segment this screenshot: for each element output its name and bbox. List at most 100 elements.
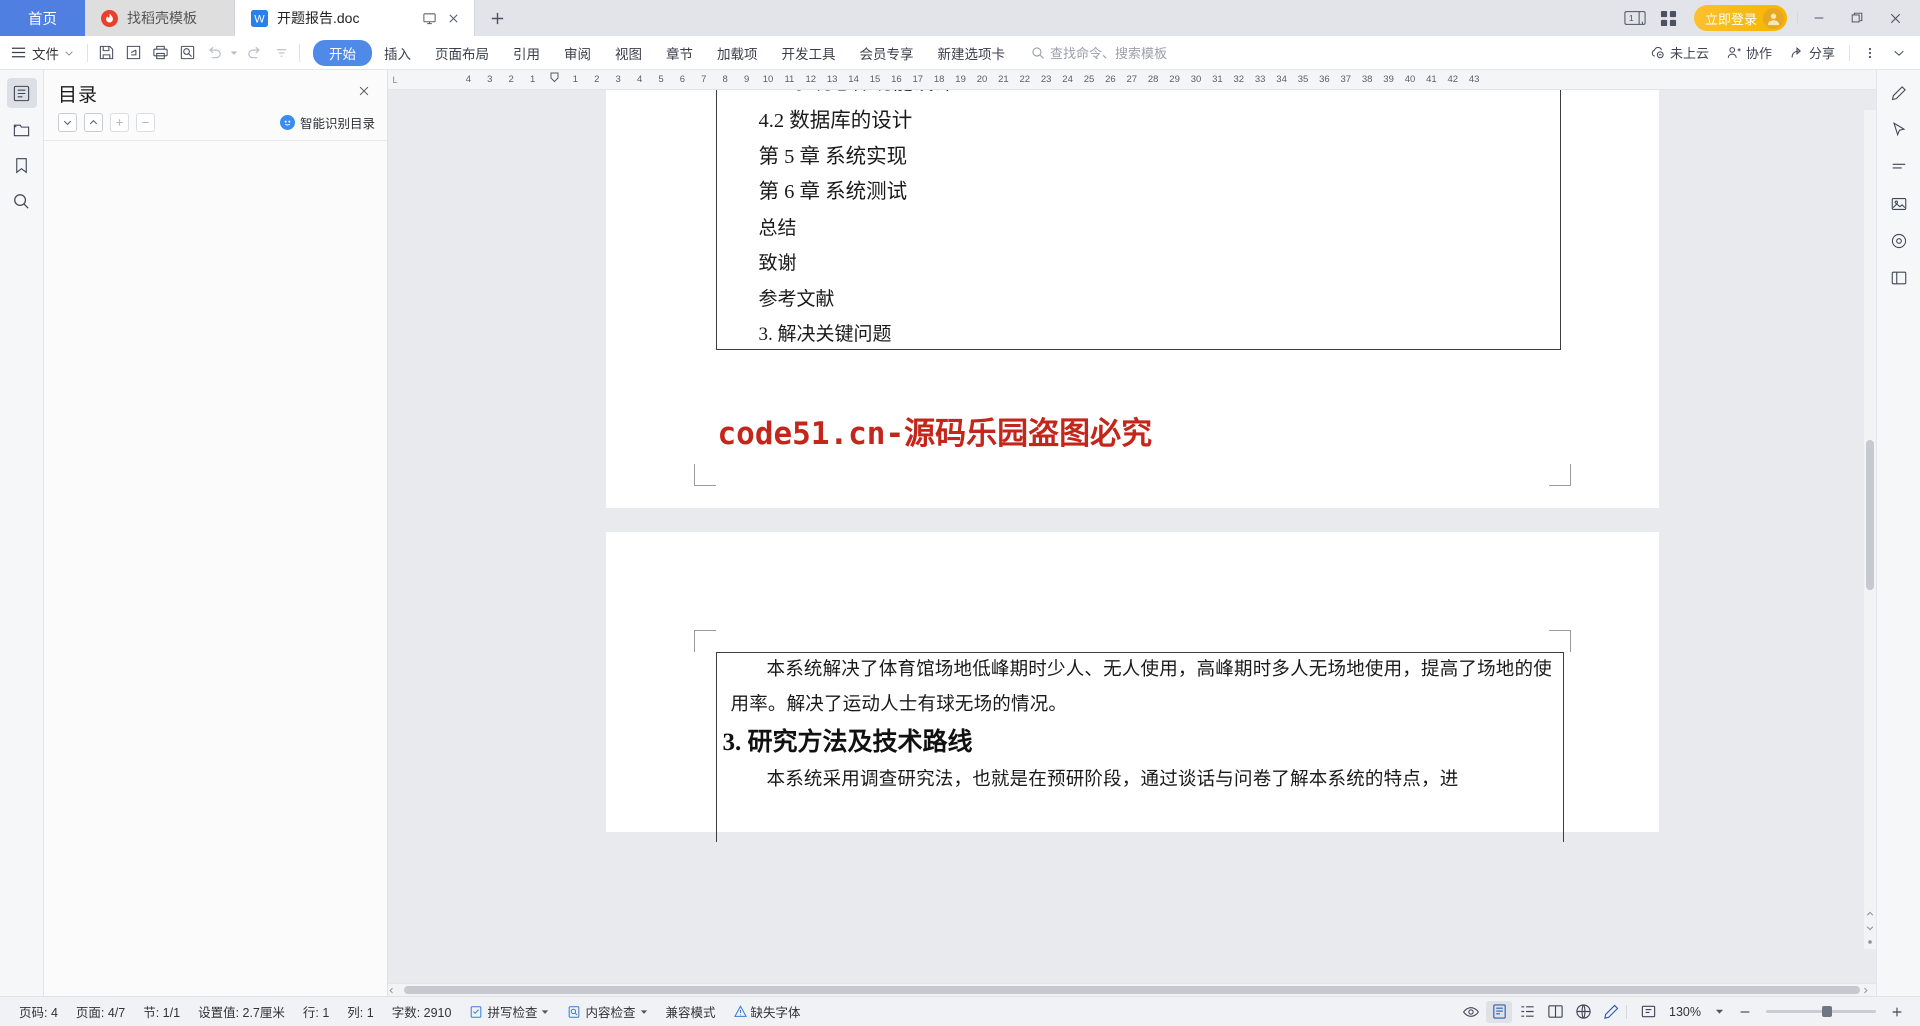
page-count-icon[interactable]: 1: [1620, 5, 1650, 31]
tab-template-store[interactable]: 找稻壳模板: [85, 0, 235, 36]
vertical-scrollbar[interactable]: [1864, 110, 1876, 949]
share-button[interactable]: 分享: [1782, 43, 1842, 62]
search-panel-icon[interactable]: [7, 186, 37, 216]
ribbon-tab-chapter[interactable]: 章节: [654, 40, 705, 66]
shape-insert-icon[interactable]: [1885, 228, 1913, 254]
collapse-ribbon-icon[interactable]: [1886, 40, 1912, 66]
collaborate-button[interactable]: 协作: [1719, 43, 1779, 62]
tabbar-right-controls: 1 立即登录: [1620, 0, 1920, 36]
daoke-logo-icon: [99, 8, 119, 28]
ribbon-tab-insert[interactable]: 插入: [372, 40, 423, 66]
present-icon[interactable]: [422, 11, 437, 26]
divider: [87, 43, 88, 62]
chevron-down-icon[interactable]: [1715, 1007, 1724, 1016]
image-insert-icon[interactable]: [1885, 191, 1913, 217]
compat-mode-label[interactable]: 兼容模式: [657, 1002, 725, 1021]
customize-toolbar-icon[interactable]: [268, 40, 294, 66]
window-restore-button[interactable]: [1840, 3, 1874, 33]
more-vertical-icon[interactable]: [1857, 40, 1883, 66]
tab-close-icon[interactable]: [447, 12, 460, 25]
scroll-right-icon[interactable]: [1862, 987, 1876, 994]
pen-edit-icon[interactable]: [1885, 80, 1913, 106]
outline-view-icon[interactable]: [1514, 1001, 1540, 1023]
save-as-icon[interactable]: [120, 40, 146, 66]
smart-toc-button[interactable]: 智能识别目录: [279, 113, 375, 132]
status-page-number[interactable]: 页码: 4: [10, 1002, 67, 1021]
save-icon[interactable]: [93, 40, 119, 66]
new-tab-button[interactable]: [475, 0, 519, 36]
status-setting-value[interactable]: 设置值: 2.7厘米: [189, 1002, 294, 1021]
login-button[interactable]: 立即登录: [1693, 5, 1787, 31]
spell-check-button[interactable]: 拼写检查: [460, 1002, 558, 1021]
redo-icon[interactable]: [241, 40, 267, 66]
content-check-button[interactable]: 内容检查: [558, 1002, 656, 1021]
undo-dropdown-icon[interactable]: [228, 40, 240, 66]
document-canvas[interactable]: 4.1 系统总体功能设计 4.2 数据库的设计 第 5 章 系统实现 第 6 章…: [388, 90, 1876, 983]
zoom-slider-handle[interactable]: [1822, 1006, 1832, 1017]
ribbon-tab-member[interactable]: 会员专享: [848, 40, 926, 66]
zoom-slider[interactable]: [1766, 1006, 1876, 1017]
ruler-corner-tab-selector[interactable]: L: [388, 70, 402, 89]
horizontal-scrollbar[interactable]: [388, 983, 1876, 996]
page-layout-view-icon[interactable]: [1486, 1000, 1512, 1023]
window-close-button[interactable]: [1878, 3, 1912, 33]
print-icon[interactable]: [147, 40, 173, 66]
ribbon-tab-new-tab[interactable]: 新建选项卡: [926, 40, 1018, 66]
edit-view-icon[interactable]: [1598, 1001, 1624, 1023]
vertical-scroll-thumb[interactable]: [1866, 440, 1874, 590]
cloud-status-button[interactable]: 未上云: [1643, 43, 1716, 62]
ribbon-tab-developer[interactable]: 开发工具: [770, 40, 848, 66]
document-page-1[interactable]: 4.1 系统总体功能设计 4.2 数据库的设计 第 5 章 系统实现 第 6 章…: [605, 90, 1659, 508]
file-menu-button[interactable]: 文件: [4, 43, 82, 63]
bookmark-panel-icon[interactable]: [7, 150, 37, 180]
ribbon-tab-references[interactable]: 引用: [501, 40, 552, 66]
ruler-tick: 25: [1083, 74, 1095, 85]
ruler-tick: 7: [701, 74, 707, 85]
web-view-icon[interactable]: [1570, 1001, 1596, 1023]
ribbon-tab-review[interactable]: 审阅: [552, 40, 603, 66]
horizontal-ruler[interactable]: L 4 3 2 1 1 2 3 4 5 6 7 8 9 10 11 12 13 14 15 16 17 18 19 20 21 2…: [388, 70, 1876, 90]
status-section[interactable]: 节: 1/1: [134, 1002, 189, 1021]
zoom-level-label[interactable]: 130%: [1669, 1005, 1707, 1019]
scroll-prev-page-icon[interactable]: [1864, 907, 1876, 921]
fullscreen-icon[interactable]: [1635, 1001, 1661, 1023]
document-page-2[interactable]: 本系统解决了体育馆场地低峰期时少人、无人使用，高峰期时多人无场地使用，提高了场地…: [605, 532, 1659, 842]
print-preview-icon[interactable]: [174, 40, 200, 66]
navigation-panel-content[interactable]: [44, 140, 387, 996]
status-col[interactable]: 列: 1: [338, 1002, 382, 1021]
indent-marker-icon[interactable]: [550, 72, 559, 83]
status-word-count[interactable]: 字数: 2910: [383, 1002, 461, 1021]
undo-icon[interactable]: [201, 40, 227, 66]
reading-layout-icon[interactable]: [1885, 265, 1913, 291]
zoom-out-button[interactable]: [1732, 1001, 1758, 1023]
reading-view-icon[interactable]: [1542, 1001, 1568, 1023]
window-minimize-button[interactable]: [1802, 3, 1836, 33]
add-level-icon[interactable]: [110, 113, 129, 132]
zoom-in-button[interactable]: [1884, 1001, 1910, 1023]
eye-preview-icon[interactable]: [1458, 1001, 1484, 1023]
ribbon-tab-addins[interactable]: 加载项: [705, 40, 770, 66]
ribbon-tab-home[interactable]: 开始: [313, 39, 372, 66]
outline-panel-icon[interactable]: [6, 78, 37, 108]
scroll-next-page-icon[interactable]: [1864, 921, 1876, 935]
ribbon-tab-view[interactable]: 视图: [603, 40, 654, 66]
cursor-select-icon[interactable]: [1885, 117, 1913, 143]
tab-document-active[interactable]: W 开题报告.doc: [235, 0, 475, 37]
remove-level-icon[interactable]: [136, 113, 155, 132]
select-browse-object-icon[interactable]: [1864, 935, 1876, 949]
expand-down-icon[interactable]: [58, 113, 77, 132]
status-pages[interactable]: 页面: 4/7: [67, 1002, 134, 1021]
paragraph-mark-icon[interactable]: [1885, 154, 1913, 180]
file-panel-icon[interactable]: [7, 114, 37, 144]
missing-font-button[interactable]: 缺失字体: [725, 1002, 810, 1021]
warning-icon: [733, 1005, 747, 1018]
scroll-left-icon[interactable]: [388, 987, 402, 994]
ribbon-tab-page-layout[interactable]: 页面布局: [423, 40, 501, 66]
status-row[interactable]: 行: 1: [294, 1002, 338, 1021]
horizontal-scroll-thumb[interactable]: [404, 986, 1860, 994]
tab-home[interactable]: 首页: [0, 0, 85, 36]
collapse-up-icon[interactable]: [84, 113, 103, 132]
command-search-box[interactable]: 查找命令、搜索模板: [1031, 43, 1167, 62]
navigation-panel-close-icon[interactable]: [353, 80, 375, 102]
grid-apps-icon[interactable]: [1654, 5, 1684, 31]
